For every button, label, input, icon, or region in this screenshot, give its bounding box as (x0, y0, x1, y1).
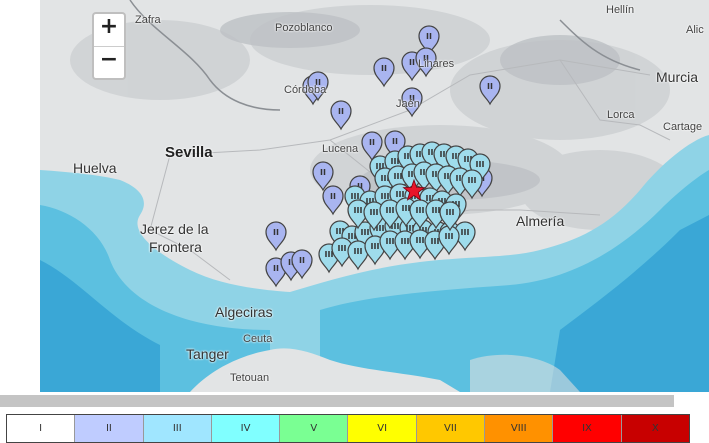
legend-intensity-IV: IV (211, 415, 281, 442)
city-label-pozoblanco: Pozoblanco (275, 22, 333, 34)
intensity-marker-label: III (476, 160, 485, 169)
intensity-legend: I II III IV V VI VII VIII IX X (6, 414, 690, 443)
intensity-marker-label: III (371, 242, 380, 251)
legend-intensity-II: II (75, 415, 144, 442)
city-label-tanger: Tanger (186, 346, 229, 362)
map-view[interactable]: + − Zafra Pozoblanco Hellín Alic Córdoba… (40, 0, 709, 392)
intensity-marker-label: III (432, 206, 441, 215)
city-label-frontera: Frontera (149, 239, 202, 255)
intensity-marker-label: III (354, 247, 363, 256)
intensity-marker-label: II (426, 32, 432, 41)
intensity-marker-label: II (299, 256, 305, 265)
city-label-hellin: Hellín (606, 4, 635, 16)
intensity-markers-layer: IIII IIIIIIIIIIIIIIIIIIII IIIIIIII IIIIIIII… (265, 25, 501, 288)
intensity-marker-label: III (394, 172, 403, 181)
city-label-lorca: Lorca (607, 109, 635, 121)
horizontal-scrollbar[interactable] (0, 395, 674, 407)
city-label-sevilla: Sevilla (165, 144, 213, 161)
intensity-marker-label: II (330, 192, 336, 201)
city-label-zafra: Zafra (135, 14, 161, 26)
city-label-ceuta: Ceuta (243, 333, 273, 345)
intensity-marker-label: III (370, 208, 379, 217)
intensity-marker-II[interactable]: II (330, 100, 352, 131)
legend-intensity-I: I (7, 415, 76, 442)
city-label-cartagena: Cartage (663, 121, 703, 133)
city-label-linares: Linares (418, 58, 455, 70)
city-label-cordoba: Córdoba (284, 84, 327, 96)
intensity-marker-label: II (409, 58, 415, 67)
city-label-lucena: Lucena (322, 143, 359, 155)
intensity-marker-label: III (338, 244, 347, 253)
legend-intensity-VIII: VIII (485, 415, 554, 442)
city-label-tetouan: Tetouan (230, 372, 270, 384)
intensity-marker-label: III (396, 190, 405, 199)
intensity-marker-II[interactable]: II (373, 57, 395, 88)
city-label-algeciras: Algeciras (215, 304, 273, 320)
intensity-marker-II[interactable]: II (265, 221, 287, 252)
intensity-marker-label: III (401, 237, 410, 246)
intensity-marker-label: III (431, 237, 440, 246)
intensity-marker-label: II (369, 138, 375, 147)
intensity-marker-label: III (402, 204, 411, 213)
zoom-control: + − (92, 12, 126, 80)
intensity-marker-label: III (354, 206, 363, 215)
legend-intensity-VI: VI (348, 415, 417, 442)
city-label-huelva: Huelva (73, 160, 117, 176)
intensity-marker-label: III (386, 237, 395, 246)
intensity-marker-label: III (446, 208, 455, 217)
intensity-marker-label: III (416, 236, 425, 245)
legend-intensity-III: III (143, 415, 212, 442)
intensity-marker-II[interactable]: II (312, 161, 334, 192)
legend-intensity-IX: IX (553, 415, 622, 442)
intensity-marker-label: II (381, 64, 387, 73)
legend-intensity-VII: VII (416, 415, 486, 442)
intensity-marker-label: III (361, 228, 370, 237)
intensity-marker-label: II (338, 107, 344, 116)
city-label-almeria: Almería (516, 213, 565, 229)
legend-intensity-X: X (621, 415, 689, 442)
intensity-marker-label: III (386, 206, 395, 215)
intensity-marker-label: III (461, 228, 470, 237)
intensity-marker-label: III (416, 206, 425, 215)
intensity-marker-label: III (445, 232, 454, 241)
zoom-out-button[interactable]: − (94, 47, 124, 79)
intensity-marker-label: II (487, 82, 493, 91)
city-label-murcia: Murcia (656, 69, 699, 85)
intensity-marker-III[interactable]: III (461, 169, 483, 200)
city-label-jerez: Jerez de la (140, 221, 209, 237)
zoom-in-button[interactable]: + (94, 14, 124, 47)
intensity-marker-label: II (273, 264, 279, 273)
intensity-marker-label: II (273, 228, 279, 237)
intensity-marker-II[interactable]: II (322, 185, 344, 216)
city-label-jaen: Jaén (396, 98, 420, 110)
intensity-marker-II[interactable]: II (479, 75, 501, 106)
intensity-marker-label: II (392, 137, 398, 146)
intensity-marker-label: III (468, 176, 477, 185)
legend-intensity-V: V (280, 415, 349, 442)
city-label-alicante: Alic (686, 24, 704, 36)
intensity-marker-label: II (320, 168, 326, 177)
